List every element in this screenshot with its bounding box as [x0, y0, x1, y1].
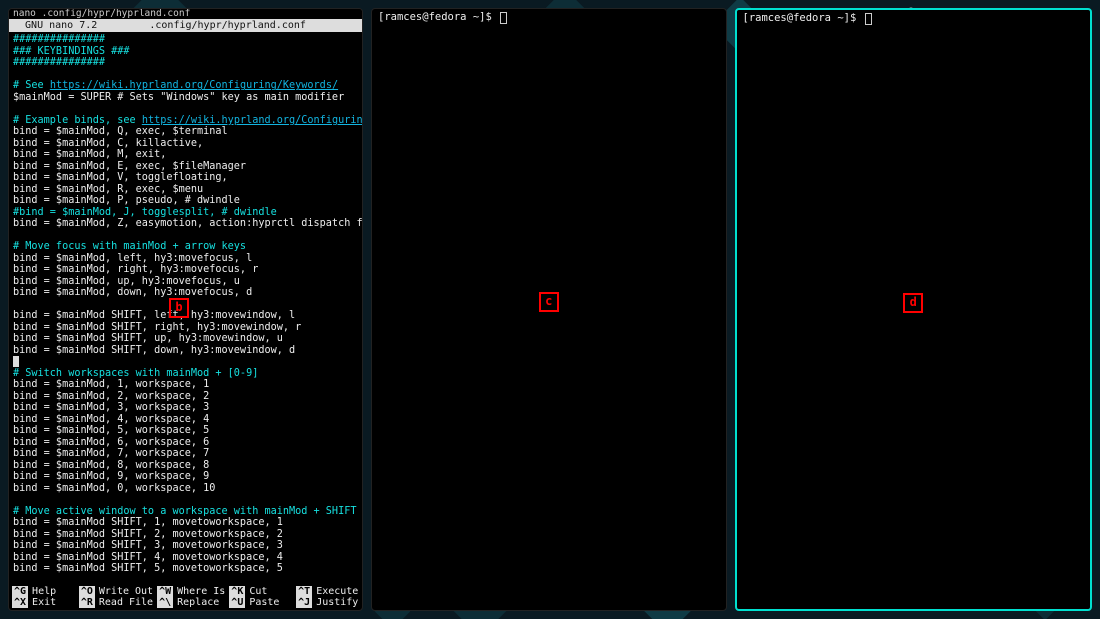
shortcut-key: ^J — [296, 597, 312, 608]
shortcut-label: Justify — [316, 597, 358, 608]
nano-shortcut-writeout[interactable]: ^O Write Out — [79, 586, 153, 597]
annotation-c: c — [539, 292, 559, 312]
shortcut-label: Exit — [32, 597, 56, 608]
nano-shortcut-help[interactable]: ^G Help — [12, 586, 75, 597]
editor-line: bind = $mainMod, 0, workspace, 10 — [13, 483, 215, 494]
nano-program-name: GNU nano 7.2 — [13, 20, 97, 31]
editor-line: bind = $mainMod SHIFT, 5, movetoworkspac… — [13, 563, 283, 574]
shortcut-key: ^K — [229, 586, 245, 597]
editor-url: https://wiki.hyprland.org/Configuring/Bi… — [142, 115, 362, 126]
nano-shortcut-replace[interactable]: ^\ Replace — [157, 597, 225, 608]
shortcut-label: Replace — [177, 597, 219, 608]
shortcut-label: Cut — [249, 586, 267, 597]
terminal-window-nano[interactable]: nano .config/hypr/hyprland.conf GNU nano… — [8, 8, 363, 611]
workspace: nano .config/hypr/hyprland.conf GNU nano… — [0, 0, 1100, 619]
editor-line: bind = $mainMod, R, exec, $menu — [13, 184, 203, 195]
window-tab-label: nano .config/hypr/hyprland.conf — [9, 9, 362, 19]
nano-titlebar: GNU nano 7.2 .config/hypr/hyprland.conf — [9, 19, 362, 32]
annotation-d: d — [903, 293, 923, 313]
cursor-icon — [865, 13, 872, 25]
editor-line: bind = $mainMod, 6, workspace, 6 — [13, 437, 209, 448]
shortcut-key: ^\ — [157, 597, 173, 608]
shell-prompt: [ramces@fedora ~]$ — [743, 13, 863, 25]
shortcut-key: ^O — [79, 586, 95, 597]
editor-line: bind = $mainMod, 9, workspace, 9 — [13, 471, 209, 482]
editor-line: bind = $mainMod, up, hy3:movefocus, u — [13, 276, 240, 287]
editor-url: https://wiki.hyprland.org/Configuring/Ke… — [50, 80, 338, 91]
editor-line: bind = $mainMod SHIFT, 2, movetoworkspac… — [13, 529, 283, 540]
annotation-b: b — [169, 298, 189, 318]
editor-line: bind = $mainMod SHIFT, left, hy3:movewin… — [13, 310, 295, 321]
shortcut-label: Write Out — [99, 586, 153, 597]
nano-shortcut-execute[interactable]: ^T Execute — [296, 586, 359, 597]
editor-line: # Move focus with mainMod + arrow keys — [13, 241, 246, 252]
editor-line: bind = $mainMod SHIFT, 4, movetoworkspac… — [13, 552, 283, 563]
editor-line: bind = $mainMod, 4, workspace, 4 — [13, 414, 209, 425]
shortcut-label: Where Is — [177, 586, 225, 597]
shortcut-label: Paste — [249, 597, 279, 608]
nano-shortcut-exit[interactable]: ^X Exit — [12, 597, 75, 608]
shortcut-key: ^R — [79, 597, 95, 608]
editor-line: bind = $mainMod SHIFT, 3, movetoworkspac… — [13, 540, 283, 551]
editor-line: $mainMod = SUPER # Sets "Windows" key as… — [13, 92, 344, 103]
nano-shortcut-cut[interactable]: ^K Cut — [229, 586, 292, 597]
nano-shortcut-paste[interactable]: ^U Paste — [229, 597, 292, 608]
editor-line: bind = $mainMod, 2, workspace, 2 — [13, 391, 209, 402]
editor-line: bind = $mainMod SHIFT, 1, movetoworkspac… — [13, 517, 283, 528]
editor-line: bind = $mainMod SHIFT, right, hy3:movewi… — [13, 322, 301, 333]
editor-line: bind = $mainMod SHIFT, up, hy3:movewindo… — [13, 333, 283, 344]
terminal-window-3[interactable]: [ramces@fedora ~]$ d — [735, 8, 1093, 611]
shortcut-label: Execute — [316, 586, 358, 597]
editor-line: bind = $mainMod, 3, workspace, 3 — [13, 402, 209, 413]
editor-line: bind = $mainMod, M, exit, — [13, 149, 166, 160]
shortcut-key: ^G — [12, 586, 28, 597]
nano-footer: ^G Help ^O Write Out ^W Where Is ^K Cut ^T Ex… — [9, 585, 362, 610]
editor-line: bind = $mainMod, P, pseudo, # dwindle — [13, 195, 240, 206]
shortcut-label: Help — [32, 586, 56, 597]
shortcut-label: Read File — [99, 597, 153, 608]
editor-line: bind = $mainMod, left, hy3:movefocus, l — [13, 253, 252, 264]
editor-line: # Example binds, see — [13, 115, 142, 126]
shell-prompt: [ramces@fedora ~]$ — [378, 12, 498, 24]
editor-line: bind = $mainMod, down, hy3:movefocus, d — [13, 287, 252, 298]
editor-line: # Move active window to a workspace with… — [13, 506, 362, 517]
editor-line: # Switch workspaces with mainMod + [0-9] — [13, 368, 258, 379]
cursor-icon — [13, 356, 19, 367]
editor-line: bind = $mainMod, Z, easymotion, action:h… — [13, 218, 362, 229]
nano-shortcut-readfile[interactable]: ^R Read File — [79, 597, 153, 608]
shortcut-key: ^W — [157, 586, 173, 597]
editor-line: ############### — [13, 34, 105, 45]
nano-shortcut-whereis[interactable]: ^W Where Is — [157, 586, 225, 597]
editor-line: # See — [13, 80, 50, 91]
cursor-icon — [500, 12, 507, 24]
editor-line: bind = $mainMod SHIFT, down, hy3:movewin… — [13, 345, 295, 356]
editor-line: bind = $mainMod, V, togglefloating, — [13, 172, 228, 183]
editor-line: #bind = $mainMod, J, togglesplit, # dwin… — [13, 207, 277, 218]
nano-shortcut-justify[interactable]: ^J Justify — [296, 597, 359, 608]
editor-line: ############### — [13, 57, 105, 68]
editor-line: ### KEYBINDINGS ### — [13, 46, 130, 57]
terminal-window-2[interactable]: [ramces@fedora ~]$ c — [371, 8, 727, 611]
nano-filename: .config/hypr/hyprland.conf — [97, 20, 358, 31]
editor-line: bind = $mainMod, C, killactive, — [13, 138, 203, 149]
shortcut-key: ^X — [12, 597, 28, 608]
shortcut-key: ^U — [229, 597, 245, 608]
editor-line: bind = $mainMod, 7, workspace, 7 — [13, 448, 209, 459]
editor-line: bind = $mainMod, right, hy3:movefocus, r — [13, 264, 258, 275]
editor-line: bind = $mainMod, Q, exec, $terminal — [13, 126, 228, 137]
editor-line: bind = $mainMod, 5, workspace, 5 — [13, 425, 209, 436]
editor-line: bind = $mainMod, 1, workspace, 1 — [13, 379, 209, 390]
shortcut-key: ^T — [296, 586, 312, 597]
editor-line: bind = $mainMod, 8, workspace, 8 — [13, 460, 209, 471]
editor-line: bind = $mainMod, E, exec, $fileManager — [13, 161, 246, 172]
